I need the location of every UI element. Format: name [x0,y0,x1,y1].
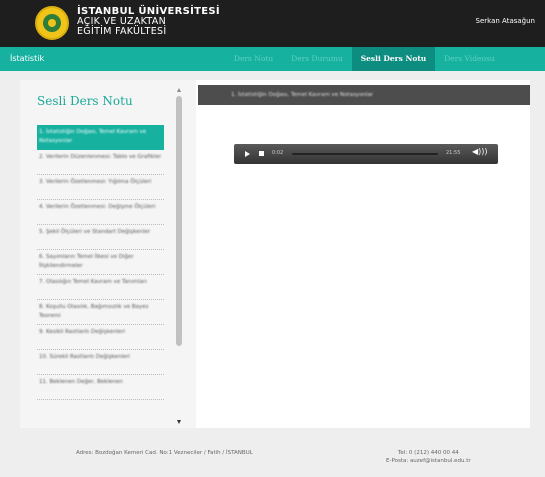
footer-email[interactable]: E-Posta: auzef@istanbul.edu.tr [386,457,471,465]
logo-emblem-icon [43,14,61,32]
lesson-item[interactable]: 10. Sürekli Rastlantı Değişkenleri [37,350,164,375]
user-name-link[interactable]: Serkan Atasağun [476,17,535,25]
footer-contact: Tel: 0 (212) 440 00 44 E-Posta: auzef@is… [386,449,471,465]
lesson-item[interactable]: 8. Koşullu Olasılık, Bağımsızlık ve Baye… [37,300,164,325]
lesson-sidebar: Sesli Ders Notu 1. İstatistiğin Doğası, … [20,80,196,428]
lesson-title: 1. İstatistiğin Doğası, Temel Kavram ve … [231,92,374,98]
tab-sesli-ders-notu[interactable]: Sesli Ders Notu [351,47,436,71]
tab-ders-durumu[interactable]: Ders Durumu [282,47,351,71]
current-time: 0:02 [272,150,284,156]
audio-progress-bar[interactable] [292,153,438,155]
lesson-item-label: 11. Beklenen Değer, Beklenen [39,379,123,385]
lesson-item-label: 7. Olasılığın Temel Kavram ve Tanımları [39,279,147,285]
lesson-item-label: 9. Kesikli Rastlantı Değişkenleri [39,329,126,335]
lesson-item-label: 8. Koşullu Olasılık, Bağımsızlık ve Baye… [39,304,149,319]
main-card: Sesli Ders Notu 1. İstatistiğin Doğası, … [20,80,530,428]
scroll-up-arrow-icon[interactable] [177,88,181,92]
lesson-item[interactable]: 7. Olasılığın Temel Kavram ve Tanımları [37,275,164,300]
lesson-item-label: 5. Şekil Ölçüleri ve Standart Değişkenle… [39,229,151,235]
total-time: 21:55 [446,150,461,156]
statistics-nav-link[interactable]: İstatistik [10,54,44,63]
play-icon[interactable] [245,151,250,157]
footer-phone: Tel: 0 (212) 440 00 44 [397,450,459,456]
lesson-item[interactable]: 4. Verilerin Özetlenmesi: Değişme Ölçüle… [37,200,164,225]
lesson-item-label: 4. Verilerin Özetlenmesi: Değişme Ölçüle… [39,204,156,210]
footer-address: Adres: Bozdoğan Kemeri Cad. No:1 Vezneci… [76,450,253,456]
main-nav: İstatistik Ders Notu Ders Durumu Sesli D… [0,47,545,71]
lesson-item[interactable]: 1. İstatistiğin Doğası, Temel Kavram ve … [37,125,164,150]
university-logo[interactable] [35,6,69,40]
university-name: İSTANBUL ÜNİVERSİTESİ AÇIK VE UZAKTAN EĞ… [77,7,220,37]
lesson-item[interactable]: 11. Beklenen Değer, Beklenen [37,375,164,400]
tab-ders-notu[interactable]: Ders Notu [225,47,282,71]
sidebar-title: Sesli Ders Notu [37,94,133,108]
lesson-item-label: 1. İstatistiğin Doğası, Temel Kavram ve … [39,129,147,144]
lesson-item[interactable]: 3. Verilerin Özetlenmesi: Yığılma Ölçüle… [37,175,164,200]
lesson-title-bar: 1. İstatistiğin Doğası, Temel Kavram ve … [198,85,530,105]
lesson-content: 1. İstatistiğin Doğası, Temel Kavram ve … [198,85,530,428]
lesson-item[interactable]: 6. Sayımların Temel İlkesi ve Diğer İliş… [37,250,164,275]
stop-icon[interactable] [259,151,264,156]
lesson-item-label: 3. Verilerin Özetlenmesi: Yığılma Ölçüle… [39,179,152,185]
page-footer: Adres: Bozdoğan Kemeri Cad. No:1 Vezneci… [0,436,545,477]
scroll-down-arrow-icon[interactable] [177,420,181,424]
sidebar-scrollbar-thumb[interactable] [176,96,182,346]
tab-ders-videosu[interactable]: Ders Videosu [435,47,503,71]
audio-player: 0:02 21:55 ◀))) [234,144,498,164]
university-name-line3: EĞİTİM FAKÜLTESİ [77,26,167,37]
lesson-item-label: 10. Sürekli Rastlantı Değişkenleri [39,354,130,360]
lesson-item[interactable]: 5. Şekil Ölçüleri ve Standart Değişkenle… [37,225,164,250]
content-tabs: Ders Notu Ders Durumu Sesli Ders Notu De… [225,47,504,71]
lesson-item[interactable]: 2. Verilerin Düzenlenmesi: Tablo ve Graf… [37,150,164,175]
lesson-item-label: 2. Verilerin Düzenlenmesi: Tablo ve Graf… [39,154,162,160]
lesson-list: 1. İstatistiğin Doğası, Temel Kavram ve … [37,125,164,400]
volume-icon[interactable]: ◀))) [472,147,488,156]
lesson-item-label: 6. Sayımların Temel İlkesi ve Diğer İliş… [39,254,134,269]
lesson-item[interactable]: 9. Kesikli Rastlantı Değişkenleri [37,325,164,350]
top-header: İSTANBUL ÜNİVERSİTESİ AÇIK VE UZAKTAN EĞ… [0,0,545,47]
